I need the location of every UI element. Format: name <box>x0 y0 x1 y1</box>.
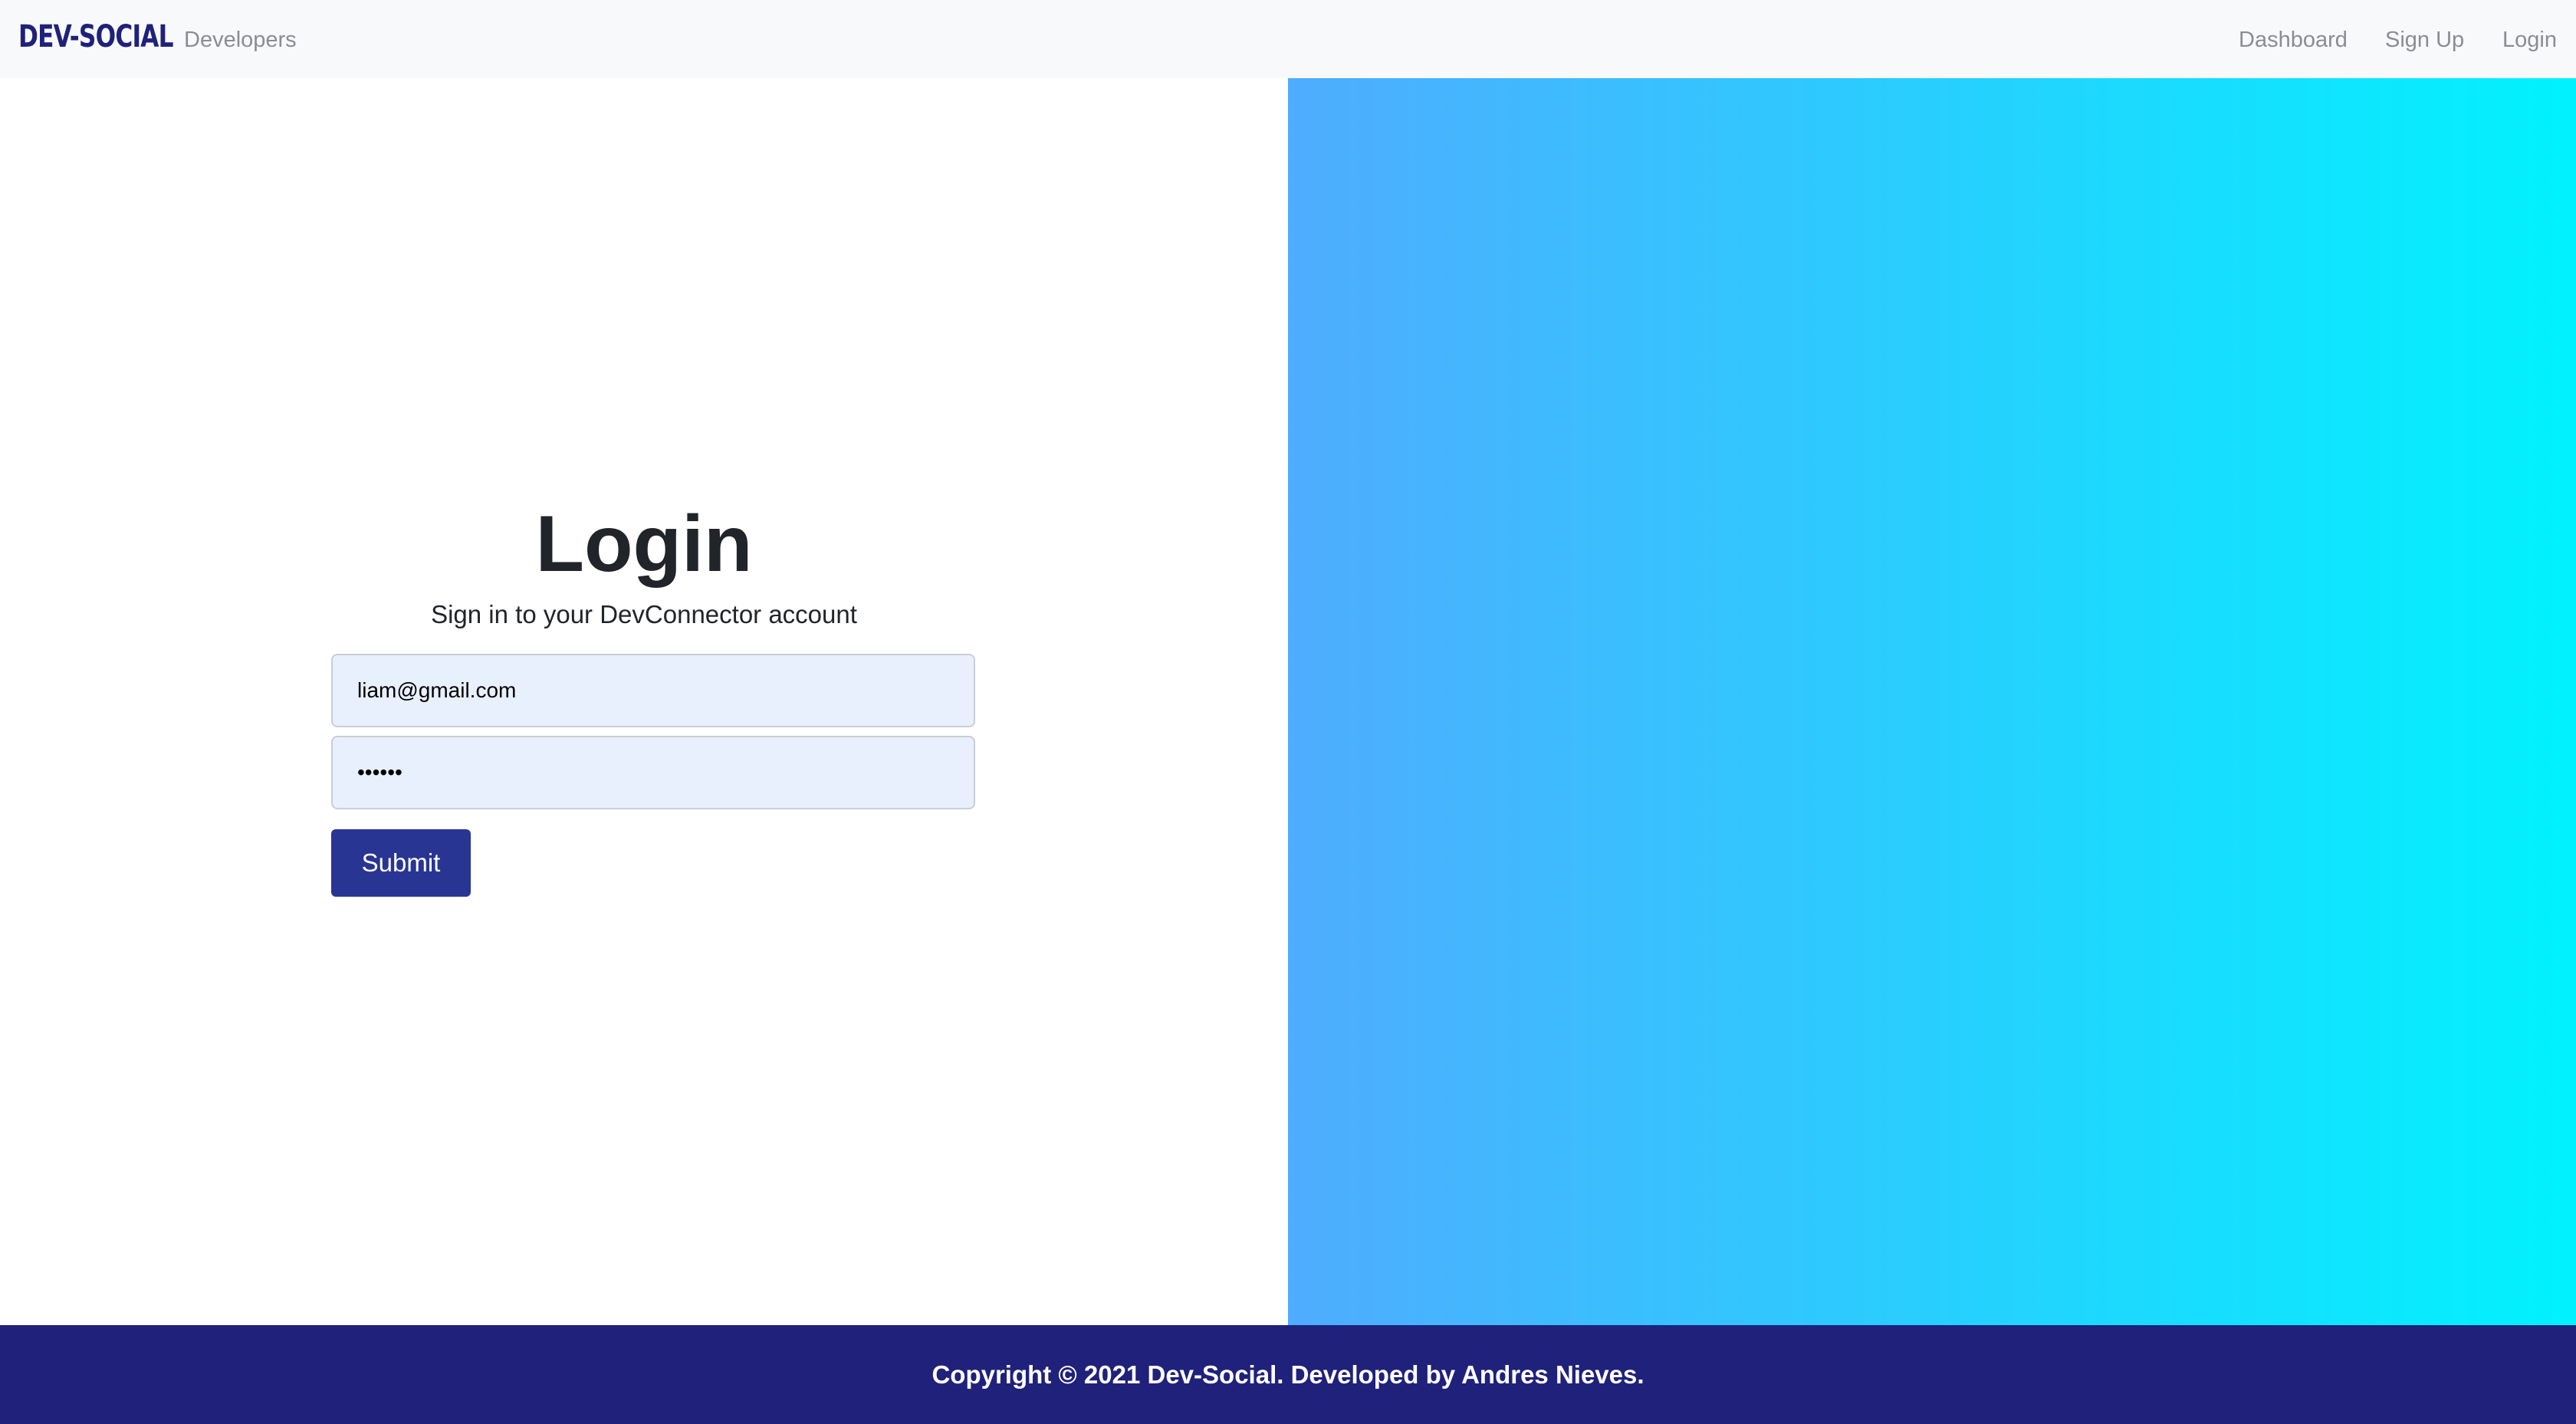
nav-link-dashboard[interactable]: Dashboard <box>2239 25 2348 55</box>
footer-copyright: Copyright © 2021 Dev-Social. Developed b… <box>0 1325 2576 1424</box>
gradient-panel <box>1288 78 2576 1325</box>
submit-button[interactable]: Submit <box>331 829 471 897</box>
login-subtitle: Sign in to your DevConnector account <box>431 600 857 628</box>
brand-logo[interactable]: DEV-SOCIAL <box>18 17 174 57</box>
nav-link-signup[interactable]: Sign Up <box>2385 25 2464 55</box>
nav-link-developers[interactable]: Developers <box>184 25 297 55</box>
nav-link-login[interactable]: Login <box>2502 25 2557 55</box>
navbar: DEV-SOCIAL Developers Dashboard Sign Up … <box>0 0 2576 78</box>
email-field[interactable] <box>331 654 975 727</box>
page-title: Login <box>535 500 753 589</box>
password-field[interactable] <box>331 736 975 809</box>
